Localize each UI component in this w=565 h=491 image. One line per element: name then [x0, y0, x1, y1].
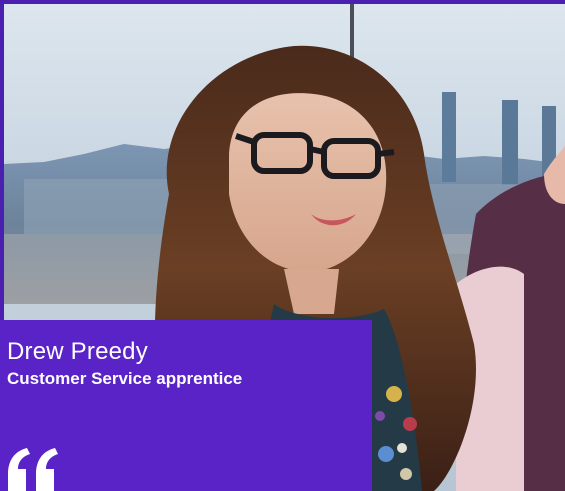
- window-frame: [350, 4, 354, 64]
- person-role: Customer Service apprentice: [7, 369, 243, 388]
- person-name: Drew Preedy: [7, 338, 148, 365]
- opening-quote-icon: [8, 448, 58, 491]
- testimonial-card: Drew Preedy Customer Service apprentice: [0, 0, 565, 491]
